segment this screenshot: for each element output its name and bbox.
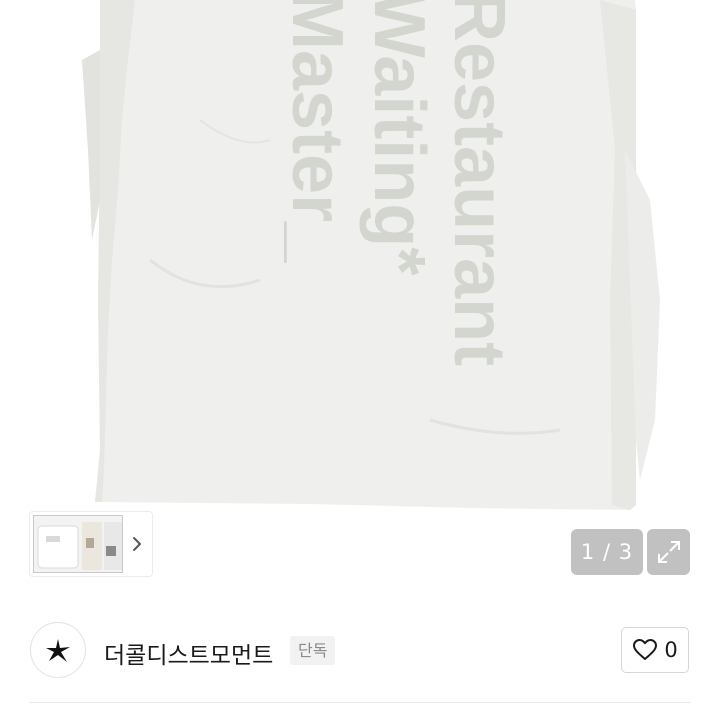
star-logo-icon — [46, 639, 70, 662]
product-image-gallery[interactable]: Restaurant Waiting* Master_ 1 / 3 — [0, 0, 720, 598]
like-count: 0 — [664, 638, 678, 662]
exclusive-badge: 단독 — [290, 636, 336, 665]
image-page-indicator: 1 / 3 — [571, 529, 643, 575]
thumbnail-image[interactable] — [33, 515, 123, 573]
thumbnail-next-button[interactable] — [126, 530, 148, 558]
print-line-master: Master_ — [277, 0, 357, 263]
print-line-restaurant: Restaurant — [439, 0, 519, 366]
shop-name[interactable]: 더콜디스트모먼트 — [104, 636, 273, 670]
heart-outline-icon — [633, 639, 658, 660]
fullscreen-button[interactable] — [647, 529, 690, 575]
seller-info-row: 더콜디스트모먼트 단독 0 — [0, 598, 720, 702]
section-divider — [30, 702, 690, 703]
like-button[interactable]: 0 — [621, 627, 689, 673]
chevron-right-icon — [133, 537, 141, 551]
expand-icon — [657, 541, 680, 563]
seller-avatar[interactable] — [30, 622, 86, 678]
print-line-waiting: Waiting* — [359, 0, 439, 275]
product-photo: Restaurant Waiting* Master_ — [82, 0, 660, 510]
